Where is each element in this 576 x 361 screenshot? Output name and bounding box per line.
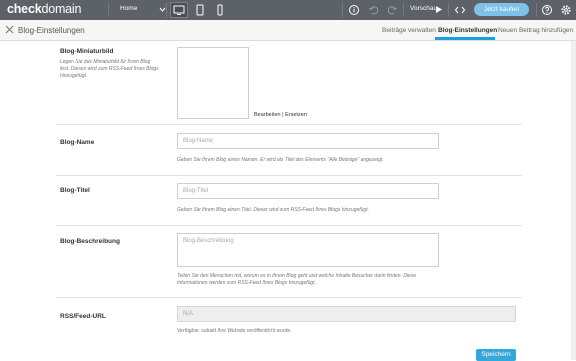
- blog-description-label: Blog-Beschreibung: [60, 238, 120, 245]
- row-divider: [56, 225, 522, 226]
- edit-link[interactable]: Bearbeiten: [254, 112, 281, 118]
- blog-description-hint: Teilen Sie den Menschen mit, worum es in…: [177, 273, 417, 286]
- rss-url-label: RSS/Feed-URL: [60, 313, 106, 320]
- mobile-icon: [217, 4, 223, 16]
- settings-icon[interactable]: [560, 4, 572, 16]
- blog-name-placeholder: Blog-Name: [183, 138, 214, 144]
- panel-title: Blog-Einstellungen: [18, 26, 85, 35]
- toolbar-divider: [166, 3, 167, 17]
- thumbnail-description: Legen Sie das Miniaturbild für Ihren Blo…: [60, 59, 159, 79]
- tab-blog-settings[interactable]: Blog-Einstellungen: [438, 27, 497, 34]
- blog-title-hint: Geben Sie Ihrem Blog einen Titel. Dieser…: [177, 207, 369, 213]
- toolbar-divider: [536, 3, 537, 17]
- row-divider: [56, 175, 522, 176]
- chevron-down-icon: [159, 7, 166, 12]
- rss-url-value: N/A: [183, 311, 194, 317]
- tab-manage-posts[interactable]: Beiträge verwalten: [382, 27, 436, 34]
- preview-button[interactable]: Vorschau: [410, 5, 437, 12]
- undo-icon[interactable]: [368, 4, 380, 16]
- row-divider: [56, 297, 522, 298]
- replace-link[interactable]: Ersetzen: [285, 112, 307, 118]
- tab-add-post[interactable]: Neuen Beitrag hinzufügen: [498, 27, 573, 34]
- link-separator: |: [282, 112, 284, 118]
- mobile-view-button[interactable]: [212, 3, 228, 17]
- toolbar-divider: [403, 3, 404, 17]
- buy-now-button[interactable]: Jetzt kaufen: [474, 3, 529, 16]
- desktop-icon: [173, 5, 185, 15]
- tablet-view-button[interactable]: [192, 3, 208, 17]
- blog-name-label: Blog-Name: [60, 139, 95, 146]
- thumbnail-preview[interactable]: [177, 47, 249, 119]
- blog-title-input[interactable]: Blog-Titel: [177, 183, 439, 199]
- help-circle-icon[interactable]: [348, 4, 360, 16]
- logo-text-bold: check: [7, 2, 42, 16]
- blog-description-textarea[interactable]: Blog-Beschreibung: [177, 233, 439, 267]
- row-divider: [56, 124, 522, 125]
- thumbnail-actions: Bearbeiten | Ersetzen: [254, 112, 307, 118]
- blog-name-input[interactable]: Blog-Name: [177, 133, 439, 149]
- play-icon: [436, 6, 442, 13]
- desktop-view-button[interactable]: [170, 2, 188, 18]
- save-button[interactable]: Speichern: [476, 349, 516, 361]
- top-toolbar: checkdomain Home Vorschau Jetzt kaufen: [0, 0, 576, 20]
- toolbar-divider: [448, 3, 449, 17]
- toolbar-divider: [342, 3, 343, 17]
- tablet-icon: [196, 4, 204, 16]
- toolbar-divider: [108, 3, 109, 17]
- rss-url-hint: Verfügbar, sobald Ihre Website veröffent…: [177, 328, 292, 334]
- page-select-value: Home: [120, 5, 138, 12]
- code-icon[interactable]: [454, 4, 466, 16]
- blog-name-hint: Geben Sie Ihrem Blog einen Namen. Er wir…: [177, 157, 384, 163]
- blog-title-placeholder: Blog-Titel: [183, 188, 209, 194]
- blog-description-placeholder: Blog-Beschreibung: [183, 238, 234, 244]
- help-icon[interactable]: [541, 4, 553, 16]
- active-tab-indicator: [435, 37, 495, 40]
- logo-text-rest: domain: [41, 2, 82, 16]
- redo-icon[interactable]: [386, 4, 398, 16]
- page-select[interactable]: Home: [114, 3, 170, 17]
- blog-title-label: Blog-Titel: [60, 187, 90, 194]
- scrollbar[interactable]: [571, 41, 576, 360]
- thumbnail-label: Blog-Miniaturbild: [60, 48, 114, 55]
- close-icon[interactable]: [5, 25, 14, 34]
- brand-logo: checkdomain: [7, 2, 81, 16]
- rss-url-input: N/A: [177, 306, 516, 322]
